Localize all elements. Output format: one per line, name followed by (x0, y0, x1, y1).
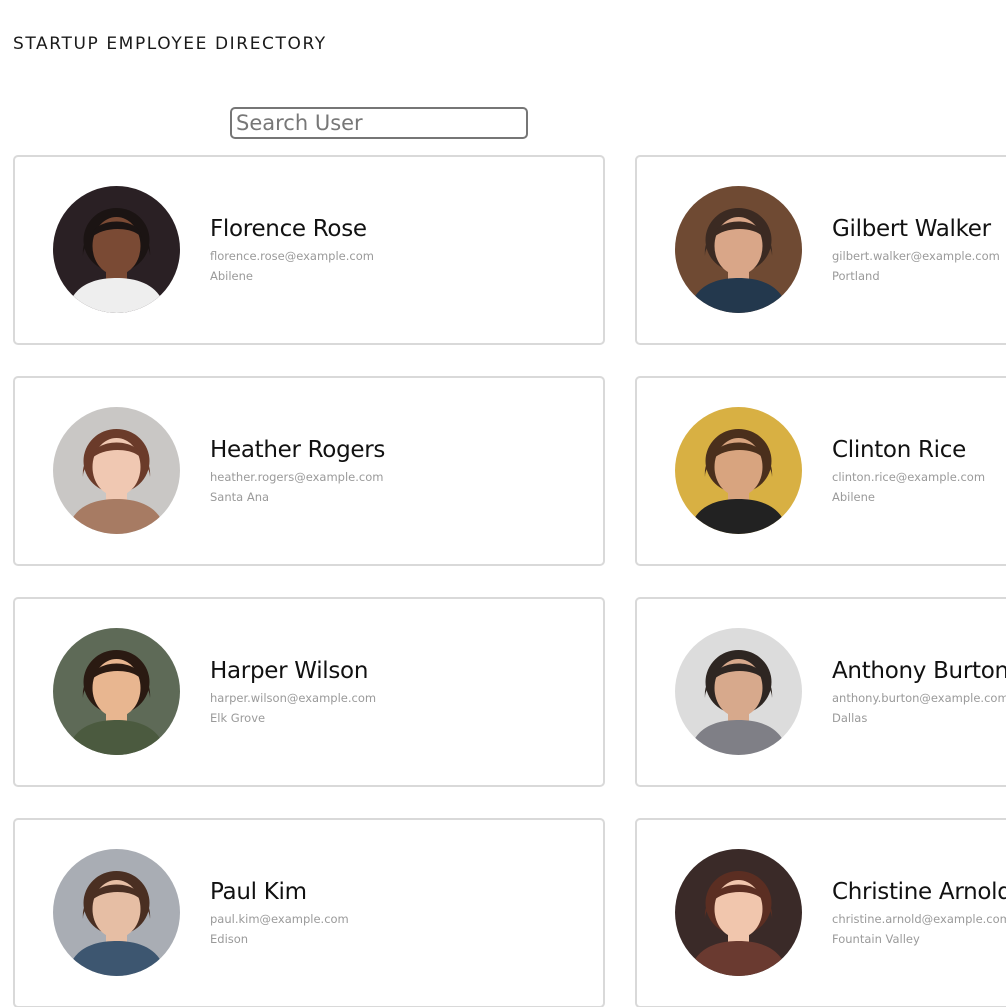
avatar-photo (53, 407, 180, 534)
employee-info: Harper Wilson harper.wilson@example.com … (210, 656, 376, 726)
employee-city: Santa Ana (210, 490, 270, 504)
employee-name: Christine Arnold (832, 879, 1006, 905)
employee-info: Gilbert Walker gilbert.walker@example.co… (832, 214, 1000, 284)
employee-email: florence.rose@example.com (210, 249, 374, 263)
avatar (53, 407, 180, 534)
avatar (53, 628, 180, 755)
employee-email: heather.rogers@example.com (210, 470, 384, 484)
employee-card[interactable]: Paul Kim paul.kim@example.com Edison (13, 818, 605, 1007)
employee-info: Christine Arnold christine.arnold@exampl… (832, 877, 1006, 947)
employee-city: Dallas (832, 711, 868, 725)
avatar (53, 186, 180, 313)
avatar-photo (675, 628, 802, 755)
directory-page: STARTUP EMPLOYEE DIRECTORY Florence Rose… (0, 0, 1006, 1007)
avatar-photo (675, 849, 802, 976)
page-title: STARTUP EMPLOYEE DIRECTORY (13, 34, 327, 54)
employee-email: gilbert.walker@example.com (832, 249, 1000, 263)
employee-name: Gilbert Walker (832, 216, 991, 242)
employee-email: anthony.burton@example.com (832, 691, 1006, 705)
employee-name: Florence Rose (210, 216, 367, 242)
employee-card[interactable]: Florence Rose florence.rose@example.com … (13, 155, 605, 345)
employee-name: Clinton Rice (832, 437, 966, 463)
avatar-photo (53, 849, 180, 976)
employee-name: Anthony Burton (832, 658, 1006, 684)
employee-grid: Florence Rose florence.rose@example.com … (13, 155, 1006, 1007)
employee-info: Anthony Burton anthony.burton@example.co… (832, 656, 1006, 726)
employee-name: Heather Rogers (210, 437, 386, 463)
employee-name: Paul Kim (210, 879, 307, 905)
avatar-photo (53, 628, 180, 755)
avatar (675, 407, 802, 534)
employee-info: Heather Rogers heather.rogers@example.co… (210, 435, 385, 505)
employee-card[interactable]: Harper Wilson harper.wilson@example.com … (13, 597, 605, 787)
employee-info: Florence Rose florence.rose@example.com … (210, 214, 374, 284)
employee-email: paul.kim@example.com (210, 912, 349, 926)
employee-info: Clinton Rice clinton.rice@example.com Ab… (832, 435, 985, 505)
employee-info: Paul Kim paul.kim@example.com Edison (210, 877, 349, 947)
employee-city: Elk Grove (210, 711, 266, 725)
employee-city: Edison (210, 932, 249, 946)
employee-email: christine.arnold@example.com (832, 912, 1006, 926)
employee-city: Fountain Valley (832, 932, 920, 946)
avatar (675, 186, 802, 313)
employee-card[interactable]: Gilbert Walker gilbert.walker@example.co… (635, 155, 1006, 345)
employee-email: clinton.rice@example.com (832, 470, 986, 484)
employee-card[interactable]: Clinton Rice clinton.rice@example.com Ab… (635, 376, 1006, 566)
employee-card[interactable]: Christine Arnold christine.arnold@exampl… (635, 818, 1006, 1007)
employee-city: Portland (832, 269, 880, 283)
avatar (53, 849, 180, 976)
employee-name: Harper Wilson (210, 658, 369, 684)
avatar-photo (675, 407, 802, 534)
avatar-photo (675, 186, 802, 313)
employee-card[interactable]: Anthony Burton anthony.burton@example.co… (635, 597, 1006, 787)
employee-email: harper.wilson@example.com (210, 691, 377, 705)
search-input[interactable] (230, 107, 528, 139)
avatar-photo (53, 186, 180, 313)
avatar (675, 628, 802, 755)
avatar (675, 849, 802, 976)
employee-card[interactable]: Heather Rogers heather.rogers@example.co… (13, 376, 605, 566)
employee-city: Abilene (832, 490, 875, 504)
employee-city: Abilene (210, 269, 253, 283)
